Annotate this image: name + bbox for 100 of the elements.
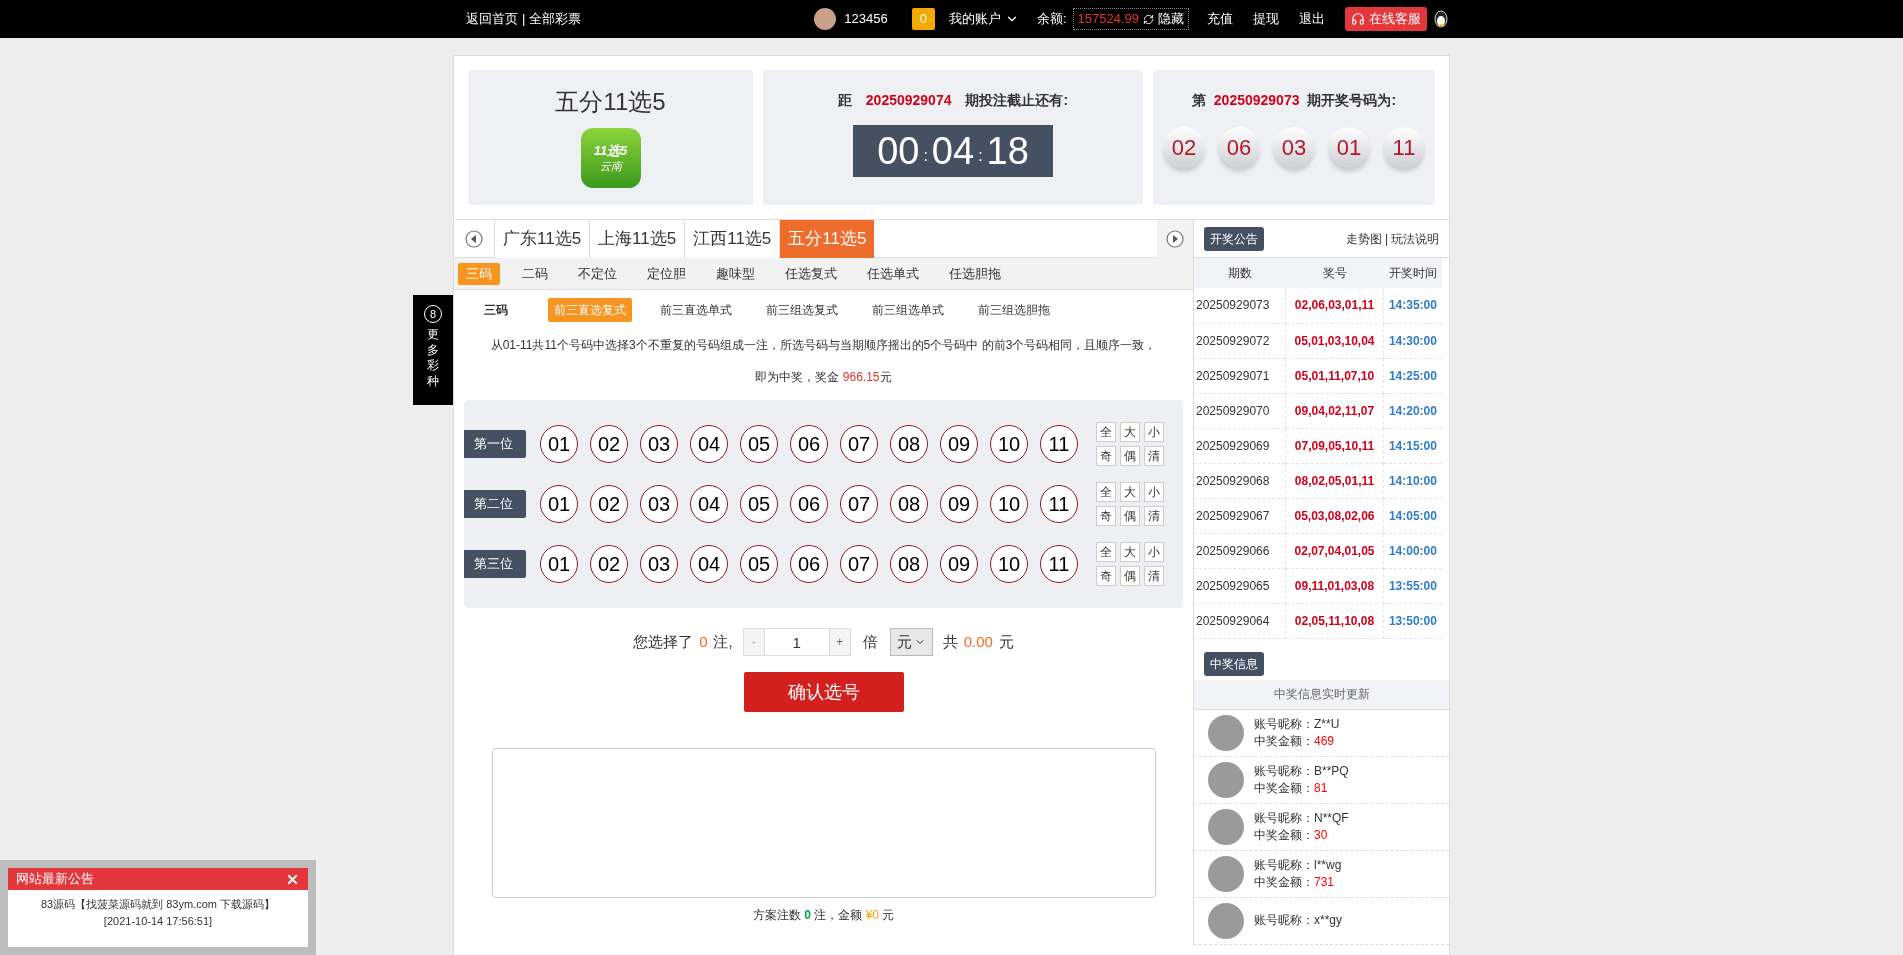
quick-select-button[interactable]: 小 xyxy=(1144,482,1164,502)
position-label: 第二位 xyxy=(464,490,526,518)
draw-time-cell: 14:35:00 xyxy=(1383,288,1442,323)
quick-select-button[interactable]: 大 xyxy=(1120,482,1140,502)
winning-numbers-cell: 02,05,11,10,08 xyxy=(1285,603,1384,638)
hide-balance-link[interactable]: 隐藏 xyxy=(1158,9,1184,29)
sub-play-tab[interactable]: 前三直选单式 xyxy=(654,298,738,322)
quick-select-button[interactable]: 小 xyxy=(1144,542,1164,562)
winning-numbers-cell: 08,02,05,01,11 xyxy=(1285,463,1384,498)
quick-select-button[interactable]: 清 xyxy=(1144,506,1164,526)
sub-play-tab[interactable]: 前三组选单式 xyxy=(866,298,950,322)
winner-nickname: 账号昵称：x**gy xyxy=(1254,912,1342,929)
winner-amount: 中奖金额：469 xyxy=(1254,732,1336,750)
play-type-tab[interactable]: 任选胆拖 xyxy=(941,262,1009,285)
quick-select-button[interactable]: 小 xyxy=(1144,422,1164,442)
winning-numbers-cell: 09,11,01,03,08 xyxy=(1285,568,1384,603)
prize-text: 即为中奖，奖金 966.15元 xyxy=(754,369,893,386)
quick-select-button[interactable]: 偶 xyxy=(1120,446,1140,466)
draw-time-cell: 14:10:00 xyxy=(1383,463,1442,498)
account-action-link[interactable]: 充值 xyxy=(1207,9,1233,29)
scroll-left-icon[interactable] xyxy=(465,229,483,248)
winner-nickname: 账号昵称：Z**U xyxy=(1254,715,1340,733)
quick-select-button[interactable]: 大 xyxy=(1120,542,1140,562)
plan-summary: 方案注数 0 注，金额 ¥0 元 xyxy=(751,907,896,924)
countdown-timer: 00:04:18 xyxy=(853,125,1053,177)
winner-avatar xyxy=(1208,808,1244,845)
quick-select-button[interactable]: 奇 xyxy=(1096,506,1116,526)
quick-select-button[interactable]: 清 xyxy=(1144,566,1164,586)
quick-select-button[interactable]: 偶 xyxy=(1120,566,1140,586)
column-header: 奖号 xyxy=(1285,258,1384,288)
countdown-prefix: 距 xyxy=(837,91,852,110)
draw-time-cell: 14:00:00 xyxy=(1383,533,1442,568)
nav-link[interactable]: 全部彩票 xyxy=(529,9,582,29)
quick-select-button[interactable]: 大 xyxy=(1120,422,1140,442)
winner-nickname: 账号昵称：N**QF xyxy=(1254,809,1349,827)
balance-value: 157524.99 xyxy=(1077,10,1139,29)
quick-select-button[interactable]: 清 xyxy=(1144,446,1164,466)
winners-button[interactable]: 中奖信息 xyxy=(1204,651,1264,676)
increase-button[interactable]: + xyxy=(828,628,851,656)
selection-label: 您选择了 xyxy=(633,631,694,652)
game-logo: 11选5 云南 xyxy=(580,128,641,188)
help-link[interactable]: 玩法说明 xyxy=(1391,229,1439,248)
scroll-right-icon[interactable] xyxy=(1166,229,1184,248)
separator-text: | xyxy=(1384,230,1388,248)
winner-nickname: 账号昵称：B**PQ xyxy=(1254,762,1349,780)
separator-text: | xyxy=(522,10,526,29)
quick-select-button[interactable]: 奇 xyxy=(1096,566,1116,586)
play-type-tab[interactable]: 任选复式 xyxy=(777,262,845,285)
rule-description: 从01-11共11个号码中选择3个不重复的号码组成一注，所选号码与当期顺序摇出的5个号码中 的前3个号码相同，且顺序一致， xyxy=(489,337,1158,354)
draw-time-cell: 13:55:00 xyxy=(1383,568,1442,603)
quick-select-button[interactable]: 全 xyxy=(1096,422,1116,442)
lottery-tab[interactable]: 上海11选5 xyxy=(589,219,685,258)
play-type-tab[interactable]: 不定位 xyxy=(570,262,625,285)
play-type-tab[interactable]: 二码 xyxy=(514,262,556,285)
currency-select[interactable]: 元 xyxy=(889,628,933,656)
sub-group-label: 三码 xyxy=(484,302,509,319)
bet-unit: 注, xyxy=(713,631,733,652)
help-link[interactable]: 走势图 xyxy=(1345,229,1382,248)
balance-label: 余额: xyxy=(1036,10,1067,29)
lottery-tab[interactable]: 广东11选5 xyxy=(494,219,590,258)
draw-prefix: 第 xyxy=(1191,91,1206,110)
winning-numbers-cell: 05,01,11,07,10 xyxy=(1285,358,1384,393)
issue-cell: 20250929067 xyxy=(1194,498,1286,533)
total-prefix: 共 xyxy=(942,631,958,652)
position-label: 第一位 xyxy=(464,430,526,458)
online-service-button[interactable]: 在线客服 xyxy=(1345,7,1427,31)
game-name: 五分11选5 xyxy=(555,87,666,117)
column-header: 期数 xyxy=(1194,258,1286,288)
quick-select-button[interactable]: 全 xyxy=(1096,542,1116,562)
nav-link[interactable]: 返回首页 xyxy=(466,9,518,29)
sub-play-tab[interactable]: 前三组选胆拖 xyxy=(972,298,1056,322)
column-header: 开奖时间 xyxy=(1383,258,1442,288)
winners-title: 中奖信息实时更新 xyxy=(1194,679,1449,710)
account-action-link[interactable]: 提现 xyxy=(1253,9,1279,29)
countdown-suffix: 期投注截止还有: xyxy=(965,91,1069,110)
lottery-tab[interactable]: 江西11选5 xyxy=(684,219,780,258)
play-type-tab[interactable]: 任选单式 xyxy=(859,262,927,285)
quick-select-button[interactable]: 全 xyxy=(1096,482,1116,502)
draw-time-cell: 13:50:00 xyxy=(1383,603,1442,638)
account-menu[interactable]: 我的账户 xyxy=(948,9,1019,29)
quick-select-button[interactable]: 奇 xyxy=(1096,446,1116,466)
issue-number: 20250929073 xyxy=(1213,91,1300,110)
play-type-tab[interactable]: 趣味型 xyxy=(708,262,763,285)
winner-amount: 中奖金额：30 xyxy=(1254,826,1329,844)
account-action-link[interactable]: 退出 xyxy=(1299,9,1325,29)
more-lotteries-tab[interactable]: 8 更多彩种 xyxy=(413,295,453,405)
winner-avatar xyxy=(1208,902,1244,939)
draw-notice-button[interactable]: 开奖公告 xyxy=(1204,226,1264,251)
confirm-selection-button[interactable]: 确认选号 xyxy=(743,672,904,712)
quick-select-button[interactable]: 偶 xyxy=(1120,506,1140,526)
multiplier-input[interactable]: 1 xyxy=(764,628,829,656)
sub-play-tab[interactable]: 前三组选复式 xyxy=(760,298,844,322)
refresh-icon[interactable] xyxy=(1143,13,1154,25)
penguin-icon[interactable] xyxy=(1433,10,1449,28)
issue-cell: 20250929065 xyxy=(1194,568,1286,603)
play-type-tab[interactable]: 定位胆 xyxy=(639,262,694,285)
notice-time: [2021-10-14 17:56:51] xyxy=(102,913,214,929)
winner-amount: 中奖金额：81 xyxy=(1254,779,1329,797)
winning-numbers-cell: 05,03,08,02,06 xyxy=(1285,498,1384,533)
winning-numbers-cell: 02,07,04,01,05 xyxy=(1285,533,1384,568)
